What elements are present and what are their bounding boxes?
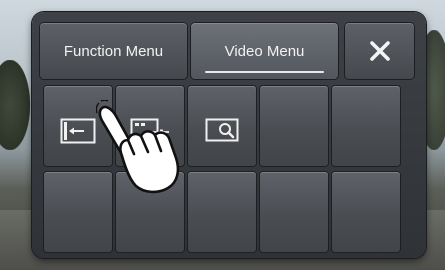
- screen: Function Menu Video Menu: [0, 0, 445, 270]
- empty-slot: [188, 172, 256, 252]
- background-tree: [0, 60, 30, 150]
- active-tab-indicator: [205, 71, 324, 73]
- empty-slot: [44, 172, 112, 252]
- tab-video-menu[interactable]: Video Menu: [191, 23, 338, 79]
- tab-function-menu[interactable]: Function Menu: [40, 23, 187, 79]
- picture-adjust-icon: [130, 118, 169, 147]
- aspect-ratio-icon: [60, 118, 96, 144]
- tab-function-menu-label: Function Menu: [63, 42, 164, 60]
- empty-slot: [260, 86, 328, 166]
- aspect-ratio-button[interactable]: [44, 86, 112, 166]
- zoom-button[interactable]: [188, 86, 256, 166]
- picture-adjust-button[interactable]: [116, 86, 184, 166]
- clipped-caption: [0, 0, 445, 12]
- empty-slot: [332, 172, 400, 252]
- empty-slot: [116, 172, 184, 252]
- close-icon: [369, 41, 390, 61]
- empty-slot: [260, 172, 328, 252]
- empty-slot: [332, 86, 400, 166]
- menu-panel: Function Menu Video Menu: [32, 12, 426, 258]
- tab-video-menu-label: Video Menu: [224, 42, 305, 60]
- video-menu-grid: [44, 86, 412, 254]
- zoom-icon: [205, 118, 239, 142]
- close-button[interactable]: [345, 23, 414, 79]
